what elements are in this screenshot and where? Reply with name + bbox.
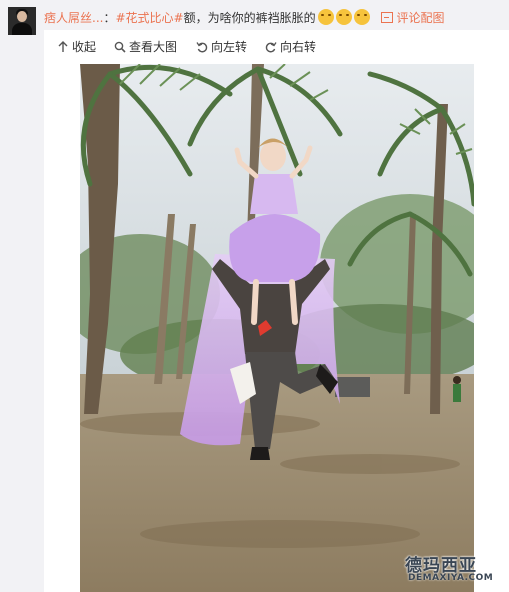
colon-separator: ： — [103, 11, 116, 25]
collapse-button[interactable]: 收起 — [57, 39, 96, 55]
avatar-head — [17, 11, 27, 22]
post-photo[interactable] — [80, 64, 474, 592]
comment-with-image-link[interactable]: 评论配图 — [381, 11, 444, 25]
rotate-left-icon — [196, 42, 208, 53]
view-large-label: 查看大图 — [129, 40, 178, 54]
view-large-image-button[interactable]: 查看大图 — [114, 39, 177, 55]
rotate-right-label: 向右转 — [280, 40, 317, 54]
post-content: 额，为啥你的裤裆胀胀的 — [183, 11, 316, 25]
rotate-right-icon — [265, 42, 277, 53]
collapse-arrow-up-icon — [58, 41, 68, 52]
avatar-body — [12, 23, 32, 35]
topic-hashtag-link[interactable]: #花式比心# — [115, 11, 183, 25]
photo-scene — [80, 64, 474, 592]
rotate-right-button[interactable]: 向右转 — [265, 39, 316, 55]
image-toolbar: 收起 查看大图 向左转 向右转 — [44, 30, 509, 64]
rotate-left-button[interactable]: 向左转 — [196, 39, 247, 55]
ground — [80, 374, 474, 592]
doge-emoji-icon — [353, 9, 370, 25]
image-comment-icon — [381, 12, 394, 23]
rotate-left-label: 向左转 — [211, 40, 248, 54]
background-person — [453, 376, 461, 402]
comment-with-image-label: 评论配图 — [396, 11, 445, 25]
username-link[interactable]: 痞人屌丝... — [44, 11, 103, 25]
post-text-line: 痞人屌丝...：#花式比心#额，为啥你的裤裆胀胀的 评论配图 — [44, 9, 444, 25]
expanded-image-panel: 收起 查看大图 向左转 向右转 — [44, 30, 509, 592]
collapse-label: 收起 — [72, 40, 97, 54]
background-vehicle — [335, 377, 370, 397]
doge-emoji-icon — [317, 9, 334, 25]
doge-emoji-icon — [335, 9, 352, 25]
user-avatar[interactable] — [8, 7, 36, 35]
magnifier-icon — [114, 41, 126, 53]
